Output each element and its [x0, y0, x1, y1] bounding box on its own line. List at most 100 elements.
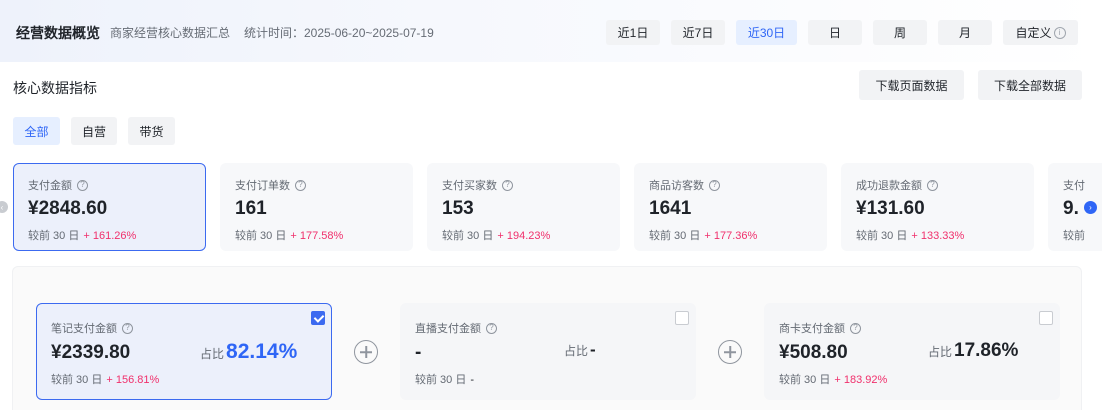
question-circle-icon[interactable]: ?: [486, 322, 497, 334]
metric-card-order-count[interactable]: 支付订单数? 161 较前 30 日 + 177.58%: [220, 163, 413, 251]
metric-value: ¥2848.60: [28, 198, 108, 219]
metric-value: 161: [235, 198, 267, 219]
stat-time: 统计时间：2025-06-20~2025-07-19: [244, 26, 434, 40]
metric-label-text: 支付订单数: [235, 180, 290, 192]
metric-card-buyer-count[interactable]: 支付买家数? 153 较前 30 日 + 194.23%: [427, 163, 620, 251]
range-month-button[interactable]: 月: [938, 20, 992, 45]
filter-all-tab[interactable]: 全部: [13, 117, 60, 145]
breakdown-card-live-payment[interactable]: 直播支付金额? - 占比 - 较前 30 日-: [400, 303, 696, 400]
range-7d-button[interactable]: 近7日: [671, 20, 725, 45]
metric-label-text: 支付买家数: [442, 180, 497, 192]
metric-label: 支付订单数?: [235, 177, 306, 193]
metric-value: 1641: [649, 198, 692, 219]
info-icon: i: [1053, 26, 1066, 39]
metric-label: 成功退款金额?: [856, 177, 938, 193]
breakdown-label-text: 商卡支付金额: [779, 323, 845, 335]
breakdown-label: 商卡支付金额?: [779, 320, 861, 336]
download-page-data-button[interactable]: 下载页面数据: [859, 70, 964, 100]
question-circle-icon[interactable]: ?: [122, 322, 133, 334]
range-label: 自定义: [1015, 26, 1052, 40]
filter-label: 带货: [139, 124, 164, 139]
breakdown-label: 直播支付金额?: [415, 320, 497, 336]
metric-compare: 较前: [1063, 227, 1085, 243]
metric-value: ¥131.60: [856, 198, 925, 219]
compare-label: 较前 30 日: [856, 230, 908, 242]
plus-circle-icon: [354, 340, 378, 364]
metric-card-visitor-count[interactable]: 商品访客数? 1641 较前 30 日 + 177.36%: [634, 163, 827, 251]
metric-label-text: 支付: [1063, 180, 1085, 192]
breakdown-checkbox[interactable]: [675, 311, 689, 325]
breakdown-value: ¥2339.80: [51, 342, 131, 363]
range-30d-button[interactable]: 近30日: [736, 20, 797, 45]
breakdown-share: 占比 82.14%: [200, 340, 297, 364]
compare-change: + 156.81%: [106, 374, 160, 386]
breakdown-share: 占比 17.86%: [928, 340, 1018, 362]
question-circle-icon[interactable]: ?: [295, 179, 306, 191]
breakdown-label: 笔记支付金额?: [51, 320, 133, 336]
compare-label: 较前 30 日: [779, 374, 831, 386]
breakdown-card-product-card-payment[interactable]: 商卡支付金额? ¥508.80 占比 17.86% 较前 30 日 + 183.92…: [764, 303, 1060, 400]
metric-value: 9.: [1063, 198, 1079, 219]
metric-card-refund-amount[interactable]: 成功退款金额? ¥131.60 较前 30 日 + 133.33%: [841, 163, 1034, 251]
share-value: 82.14%: [226, 340, 298, 363]
metric-compare: 较前 30 日 + 177.36%: [649, 227, 757, 243]
breakdown-share: 占比 -: [564, 340, 596, 360]
range-label: 日: [828, 26, 841, 40]
button-label: 下载全部数据: [993, 78, 1066, 93]
compare-change: + 194.23%: [497, 230, 551, 242]
metric-label-text: 商品访客数: [649, 180, 704, 192]
page-title: 经营数据概览: [16, 25, 100, 41]
compare-change: + 177.36%: [704, 230, 758, 242]
share-value: 17.86%: [954, 340, 1019, 361]
metric-value: 153: [442, 198, 474, 219]
question-circle-icon[interactable]: ?: [927, 179, 938, 191]
share-label: 占比: [928, 345, 953, 359]
metric-label: 支付: [1063, 177, 1085, 193]
range-day-button[interactable]: 日: [808, 20, 862, 45]
question-circle-icon[interactable]: ?: [850, 322, 861, 334]
metric-label: 支付金额?: [28, 177, 88, 193]
share-label: 占比: [200, 347, 225, 361]
breakdown-compare: 较前 30 日-: [415, 371, 474, 387]
chevron-right-icon[interactable]: ›: [1084, 201, 1097, 214]
download-all-data-button[interactable]: 下载全部数据: [978, 70, 1082, 100]
compare-label: 较前: [1063, 230, 1085, 242]
breakdown-value: -: [415, 342, 422, 363]
range-1d-button[interactable]: 近1日: [606, 20, 660, 45]
plus-circle-icon: [718, 340, 742, 364]
section-title: 核心数据指标: [13, 80, 97, 96]
compare-label: 较前 30 日: [235, 230, 287, 242]
metric-card-payment-amount[interactable]: 支付金额? ¥2848.60 较前 30 日 + 161.26%: [13, 163, 206, 251]
question-circle-icon[interactable]: ?: [709, 179, 720, 191]
page-header: 经营数据概览 商家经营核心数据汇总 统计时间：2025-06-20~2025-0…: [0, 0, 1102, 62]
breakdown-compare: 较前 30 日 + 183.92%: [779, 371, 887, 387]
filter-self-operated-tab[interactable]: 自营: [71, 117, 117, 145]
metric-compare: 较前 30 日 + 194.23%: [442, 227, 550, 243]
question-circle-icon[interactable]: ?: [77, 179, 88, 191]
breakdown-checkbox[interactable]: [311, 311, 325, 325]
metric-label-text: 成功退款金额: [856, 180, 922, 192]
filter-label: 自营: [81, 124, 106, 139]
range-label: 月: [958, 26, 971, 40]
breakdown-card-note-payment[interactable]: 笔记支付金额? ¥2339.80 占比 82.14% 较前 30 日 + 156.8…: [36, 303, 332, 400]
breakdown-label-text: 笔记支付金额: [51, 323, 117, 335]
breakdown-checkbox[interactable]: [1039, 311, 1053, 325]
breakdown-value: ¥508.80: [779, 342, 848, 363]
compare-change: + 177.58%: [290, 230, 344, 242]
range-custom-button[interactable]: 自定义 i: [1003, 20, 1078, 45]
compare-change: + 161.26%: [83, 230, 137, 242]
metric-label-text: 支付金额: [28, 180, 72, 192]
range-label: 近7日: [682, 26, 714, 40]
metric-cards-row: 支付金额? ¥2848.60 较前 30 日 + 161.26% 支付订单数? 1…: [0, 160, 1102, 255]
compare-label: 较前 30 日: [442, 230, 494, 242]
breakdown-label-text: 直播支付金额: [415, 323, 481, 335]
question-circle-icon[interactable]: ?: [502, 179, 513, 191]
filter-affiliate-tab[interactable]: 带货: [128, 117, 175, 145]
range-week-button[interactable]: 周: [873, 20, 927, 45]
metric-compare: 较前 30 日 + 133.33%: [856, 227, 964, 243]
compare-label: 较前 30 日: [649, 230, 701, 242]
filter-label: 全部: [24, 124, 49, 139]
share-value: -: [590, 340, 596, 359]
button-label: 下载页面数据: [875, 78, 948, 93]
compare-label: 较前 30 日: [28, 230, 80, 242]
